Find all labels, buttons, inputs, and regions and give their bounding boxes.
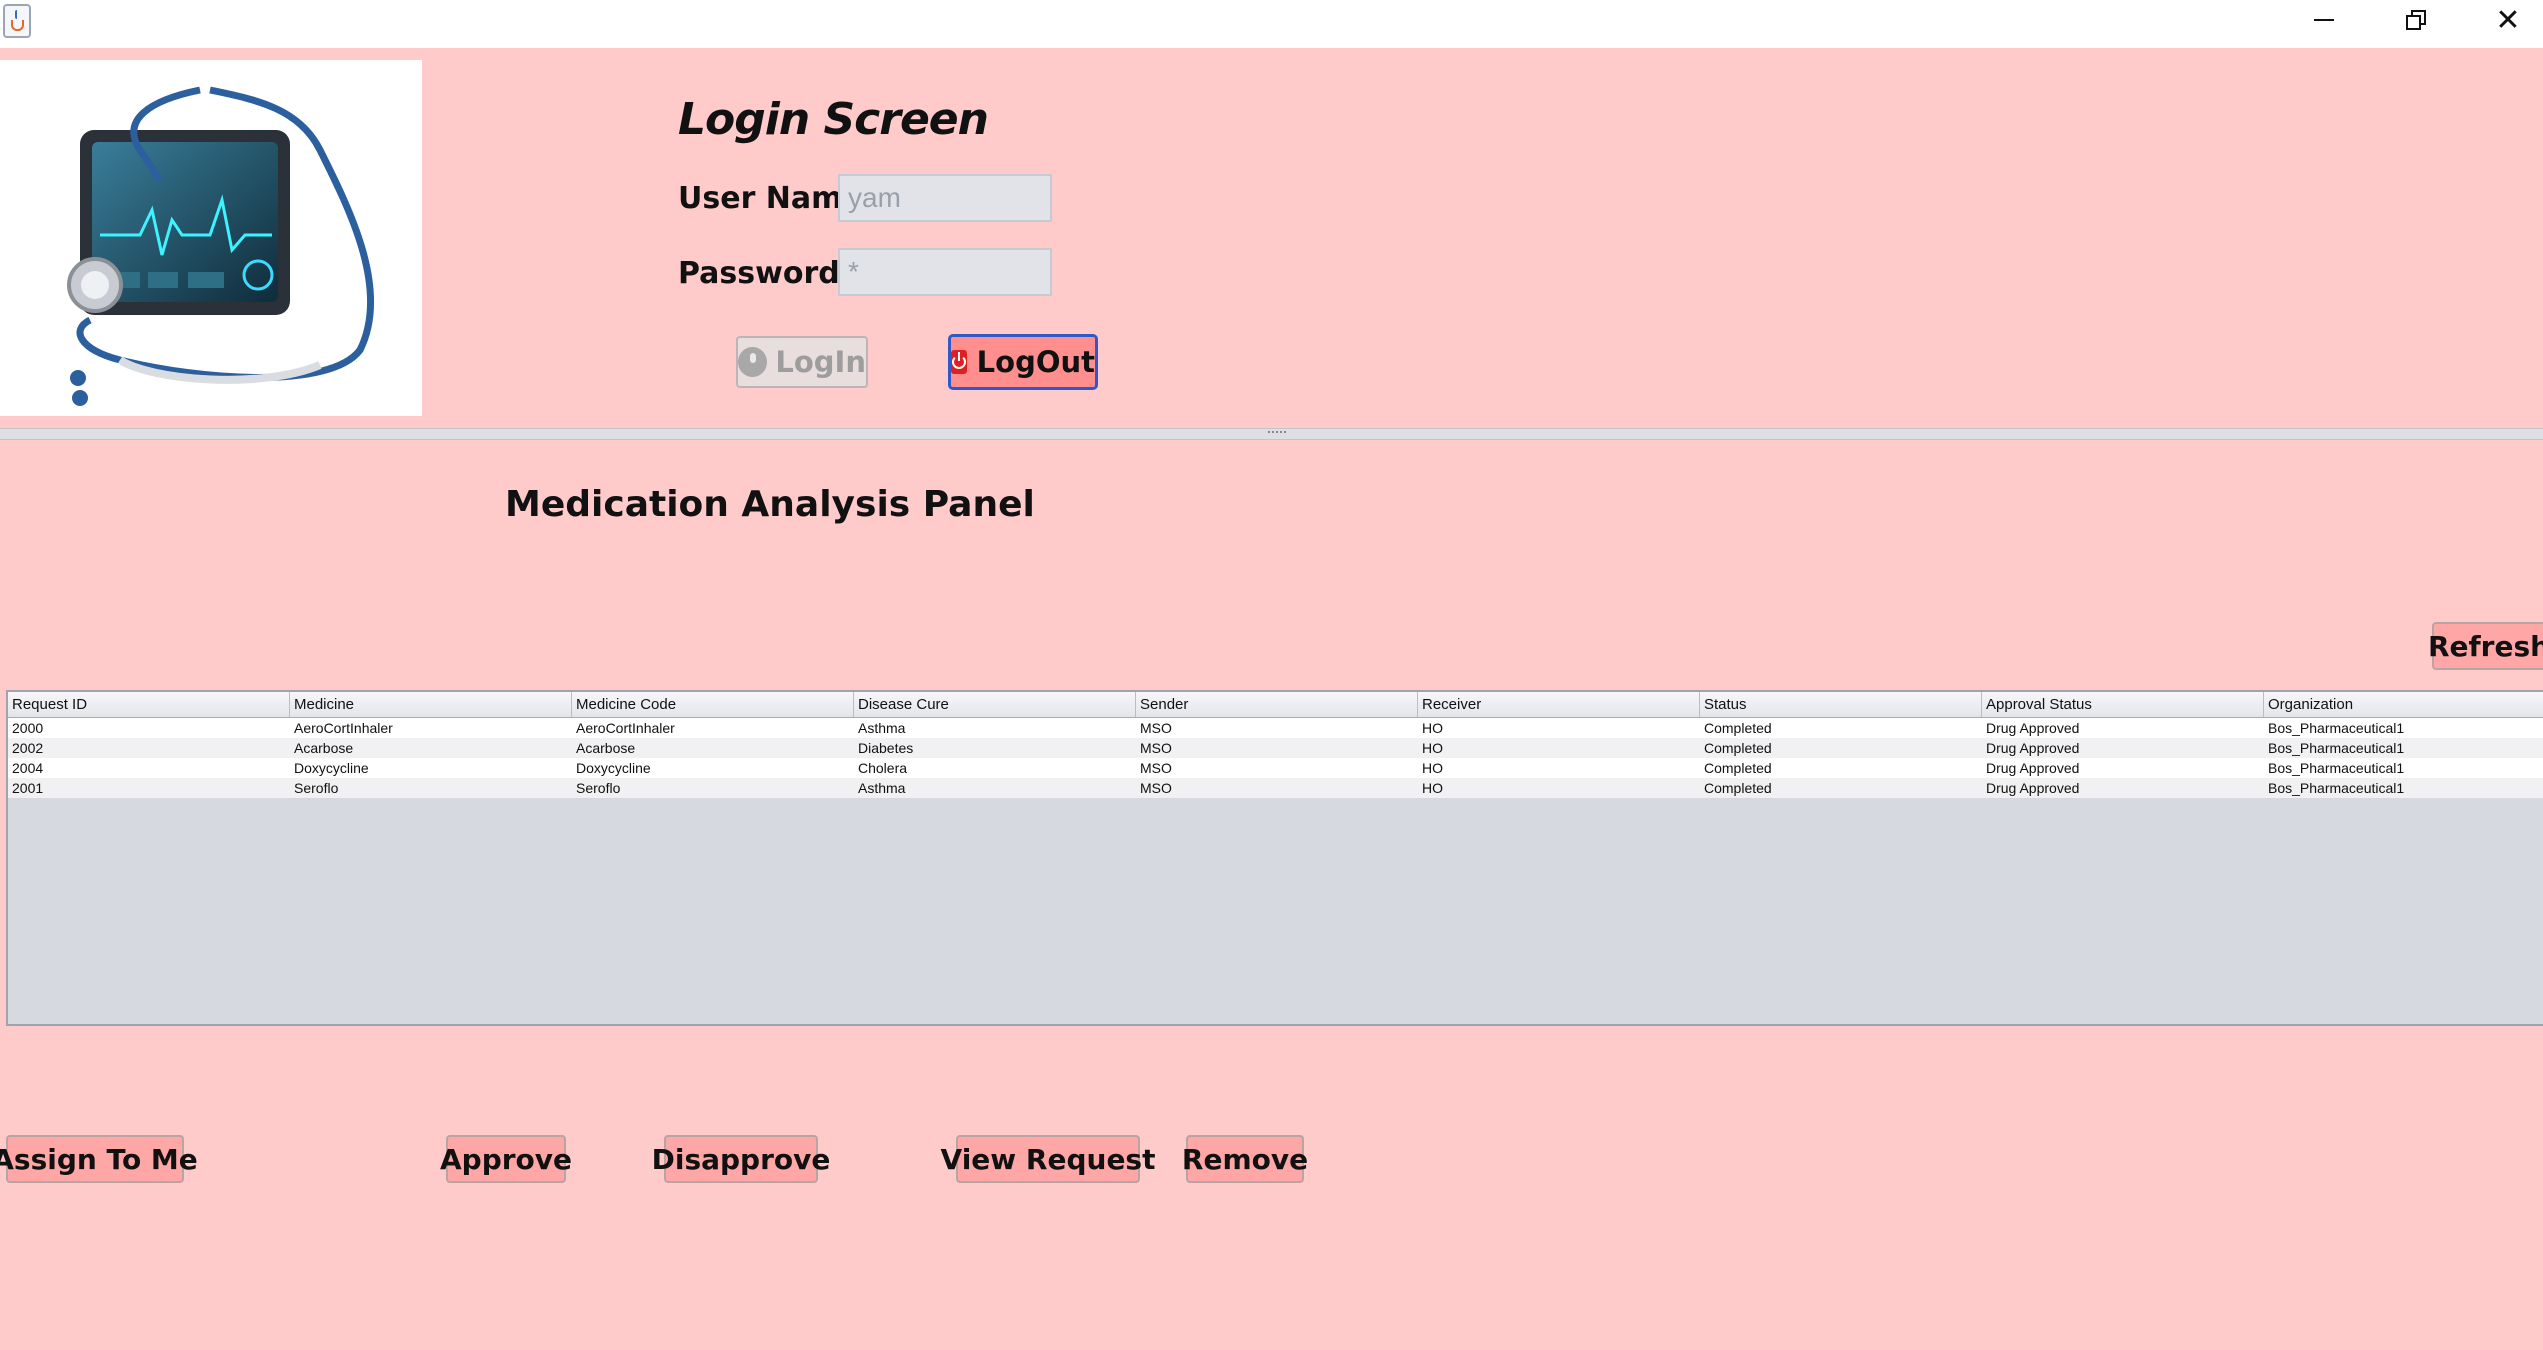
table-cell: MSO [1140,720,1172,736]
table-cell: Doxycycline [294,760,369,776]
table-cell: 2002 [12,740,44,756]
column-header[interactable]: Medicine [290,692,572,717]
logout-button[interactable]: LogOut [948,334,1098,390]
column-header[interactable]: Organization [2264,692,2543,717]
table-cell: Bos_Pharmaceutical1 [2268,760,2405,776]
login-pane: Login Screen User Name : yam Password: *… [0,48,2543,428]
view-request-button[interactable]: View Request [941,1135,1155,1183]
table-cell: Asthma [858,780,906,796]
table-cell: Drug Approved [1986,740,2080,756]
table-cell: MSO [1140,760,1172,776]
password-label: Password: [678,256,852,291]
minimize-icon [2314,19,2334,21]
logout-button-label: LogOut [976,345,1095,379]
column-header[interactable]: Status [1700,692,1982,717]
login-icon [738,347,768,377]
panel-title: Medication Analysis Panel [505,484,1035,525]
table-cell: Completed [1704,780,1772,796]
column-header[interactable]: Approval Status [1982,692,2264,717]
table-cell: HO [1422,740,1443,756]
title-bar: ✕ [0,0,2543,48]
table-cell: Acarbose [294,740,354,756]
approve-button[interactable]: Approve [440,1135,572,1183]
table-row[interactable]: 2000 AeroCortInhaler AeroCortInhaler Ast… [8,718,2543,738]
column-header[interactable]: Disease Cure [854,692,1136,717]
java-cup-icon [3,4,31,38]
table-cell: Bos_Pharmaceutical1 [2268,720,2405,736]
restore-button[interactable] [2370,0,2462,40]
login-title: Login Screen [678,94,989,145]
username-field[interactable]: yam [838,174,1052,222]
table-cell: HO [1422,720,1443,736]
assign-to-me-button[interactable]: Assign To Me [0,1135,198,1183]
table-row[interactable]: 2001 Seroflo Seroflo Asthma MSO HO Compl… [8,778,2543,798]
minimize-button[interactable] [2278,0,2370,40]
refresh-button[interactable]: Refresh [2428,622,2543,670]
login-button-label: LogIn [775,345,866,379]
table-cell: HO [1422,780,1443,796]
table-cell: Asthma [858,720,906,736]
close-button[interactable]: ✕ [2462,0,2543,40]
close-icon: ✕ [2495,3,2521,37]
table-cell: Doxycycline [576,760,651,776]
table-cell: Completed [1704,740,1772,756]
table-cell: Drug Approved [1986,720,2080,736]
divider-grip-icon [1268,431,1286,435]
split-pane-divider[interactable] [0,428,2543,440]
table-cell: Cholera [858,760,908,776]
requests-table: Request ID Medicine Medicine Code Diseas… [6,690,2543,1026]
table-cell: Drug Approved [1986,780,2080,796]
table-cell: AeroCortInhaler [576,720,675,736]
power-icon [951,350,967,374]
table-cell: MSO [1140,740,1172,756]
table-cell: Bos_Pharmaceutical1 [2268,780,2405,796]
table-cell: Drug Approved [1986,760,2080,776]
remove-button[interactable]: Remove [1182,1135,1308,1183]
table-row[interactable]: 2002 Acarbose Acarbose Diabetes MSO HO C… [8,738,2543,758]
column-header[interactable]: Request ID [8,692,290,717]
table-cell: AeroCortInhaler [294,720,393,736]
login-button[interactable]: LogIn [736,336,868,388]
table-header: Request ID Medicine Medicine Code Diseas… [8,692,2543,718]
table-cell: 2000 [12,720,44,736]
restore-icon [2406,10,2426,30]
column-header[interactable]: Receiver [1418,692,1700,717]
password-field[interactable]: * [838,248,1052,296]
tablet-stethoscope-icon [67,86,375,406]
column-header[interactable]: Sender [1136,692,1418,717]
disapprove-button[interactable]: Disapprove [652,1135,830,1183]
table-row[interactable]: 2004 Doxycycline Doxycycline Cholera MSO… [8,758,2543,778]
medical-logo [0,60,422,416]
table-cell: Completed [1704,760,1772,776]
table-cell: Seroflo [576,780,621,796]
table-cell: 2001 [12,780,44,796]
table-cell: Acarbose [576,740,636,756]
table-cell: Diabetes [858,740,914,756]
table-cell: Seroflo [294,780,339,796]
table-cell: Bos_Pharmaceutical1 [2268,740,2405,756]
table-cell: HO [1422,760,1443,776]
column-header[interactable]: Medicine Code [572,692,854,717]
table-cell: MSO [1140,780,1172,796]
table-cell: 2004 [12,760,44,776]
table-cell: Completed [1704,720,1772,736]
